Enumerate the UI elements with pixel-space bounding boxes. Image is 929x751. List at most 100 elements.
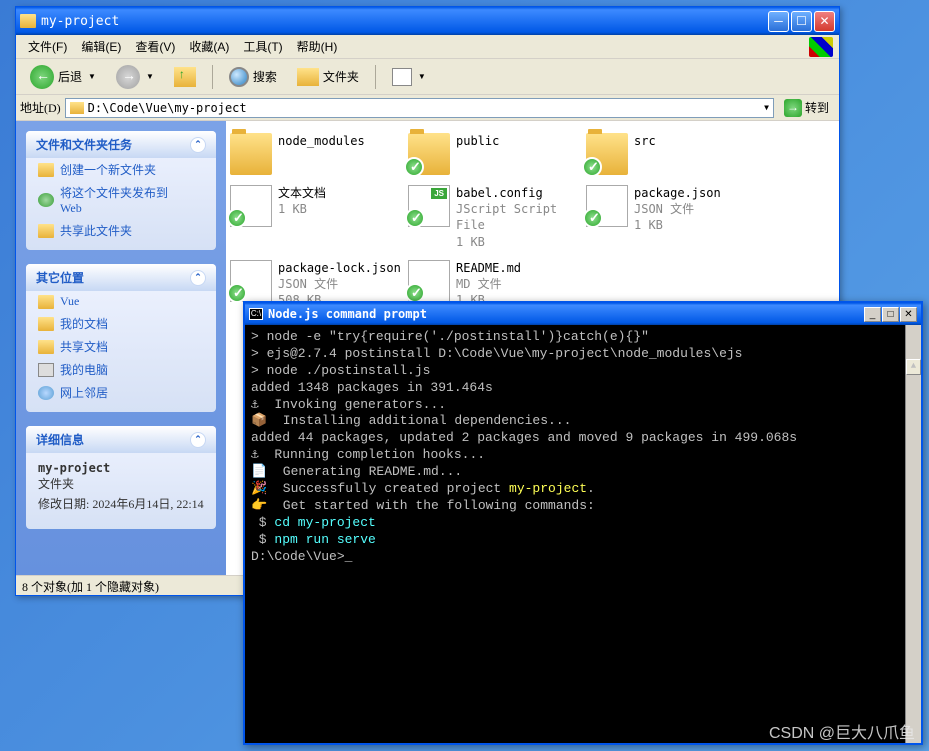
- detail-modified: 修改日期: 2024年6月14日, 22:14: [38, 496, 204, 513]
- panel-title: 详细信息: [36, 431, 84, 448]
- folder-icon: [38, 317, 54, 331]
- task-publish[interactable]: 将这个文件夹发布到 Web: [26, 181, 216, 219]
- folder-icon: [20, 14, 36, 28]
- address-bar: 地址(D) D:\Code\Vue\my-project ▼ → 转到: [16, 95, 839, 121]
- folders-icon: [297, 68, 319, 86]
- file-item[interactable]: public: [408, 133, 586, 175]
- tasks-panel: 文件和文件夹任务 ⌃ 创建一个新文件夹 将这个文件夹发布到 Web 共享此文件夹: [26, 131, 216, 250]
- folder-icon: [408, 133, 450, 175]
- file-item[interactable]: JSbabel.configJScript Script File1 KB: [408, 185, 586, 250]
- file-name: 文本文档: [278, 185, 326, 201]
- checkmark-icon: [227, 208, 247, 228]
- close-button[interactable]: ✕: [814, 11, 835, 32]
- file-icon: [586, 185, 628, 227]
- console-titlebar[interactable]: C:\ Node.js command prompt _ □ ✕: [245, 303, 921, 325]
- checkmark-icon: [227, 283, 247, 303]
- window-title: my-project: [41, 14, 768, 29]
- file-item[interactable]: node_modules: [230, 133, 408, 175]
- computer-icon: [38, 363, 54, 377]
- search-button[interactable]: 搜索: [221, 64, 285, 90]
- go-icon: →: [784, 99, 802, 117]
- titlebar[interactable]: my-project ─ ☐ ✕: [16, 7, 839, 35]
- checkmark-icon: [404, 157, 424, 177]
- detail-panel: 详细信息⌃ my-project 文件夹 修改日期: 2024年6月14日, 2…: [26, 426, 216, 529]
- checkmark-icon: [582, 157, 602, 177]
- folder-icon: [230, 133, 272, 175]
- console-icon: C:\: [249, 308, 263, 320]
- dropdown-icon[interactable]: ▼: [764, 103, 769, 112]
- up-button[interactable]: [166, 64, 204, 90]
- console-line: $ npm run serve: [251, 532, 915, 549]
- address-path: D:\Code\Vue\my-project: [88, 101, 247, 115]
- minimize-button[interactable]: ─: [768, 11, 789, 32]
- other-panel: 其它位置 ⌃ Vue 我的文档 共享文档 我的电脑 网上邻居: [26, 264, 216, 412]
- file-name: README.md: [456, 260, 521, 276]
- folder-icon: [70, 102, 84, 114]
- task-new-folder[interactable]: 创建一个新文件夹: [26, 158, 216, 181]
- menubar: 文件(F) 编辑(E) 查看(V) 收藏(A) 工具(T) 帮助(H): [16, 35, 839, 59]
- file-size: 1 KB: [278, 201, 326, 217]
- views-icon: [392, 68, 412, 86]
- panel-title: 文件和文件夹任务: [36, 136, 132, 153]
- network-icon: [38, 386, 54, 400]
- views-button[interactable]: ▼: [384, 65, 434, 89]
- search-icon: [229, 67, 249, 87]
- address-input[interactable]: D:\Code\Vue\my-project ▼: [65, 98, 774, 118]
- checkmark-icon: [405, 283, 425, 303]
- go-button[interactable]: → 转到: [778, 99, 835, 117]
- loc-network[interactable]: 网上邻居: [26, 381, 216, 404]
- maximize-button[interactable]: □: [882, 307, 899, 322]
- console-line: ⚓ Invoking generators...: [251, 397, 915, 414]
- file-size: 1 KB: [634, 217, 721, 233]
- file-item[interactable]: 文本文档1 KB: [230, 185, 408, 250]
- checkmark-icon: [583, 208, 603, 228]
- loc-mydocs[interactable]: 我的文档: [26, 312, 216, 335]
- scrollbar[interactable]: ▲: [905, 325, 921, 743]
- file-type: JSON 文件: [278, 276, 401, 292]
- file-icon: JS: [408, 185, 450, 227]
- panel-header[interactable]: 其它位置 ⌃: [26, 264, 216, 291]
- console-line: ⚓ Running completion hooks...: [251, 447, 915, 464]
- watermark: CSDN @巨大八爪鱼: [769, 719, 915, 743]
- file-name: node_modules: [278, 133, 365, 149]
- file-item[interactable]: src: [586, 133, 764, 175]
- search-label: 搜索: [253, 68, 277, 85]
- close-button[interactable]: ✕: [900, 307, 917, 322]
- console-line: > node ./postinstall.js: [251, 363, 915, 380]
- back-button[interactable]: 后退▼: [22, 62, 104, 92]
- chevron-up-icon[interactable]: ⌃: [190, 137, 206, 153]
- task-share[interactable]: 共享此文件夹: [26, 219, 216, 242]
- maximize-button[interactable]: ☐: [791, 11, 812, 32]
- file-icon: [408, 260, 450, 302]
- menu-tools[interactable]: 工具(T): [237, 36, 288, 57]
- file-type: MD 文件: [456, 276, 521, 292]
- forward-button[interactable]: ▼: [108, 62, 162, 92]
- windows-flag-icon: [809, 37, 833, 57]
- file-size: 1 KB: [456, 234, 586, 250]
- console-title: Node.js command prompt: [268, 307, 864, 321]
- menu-help[interactable]: 帮助(H): [291, 36, 344, 57]
- console-line: $ cd my-project: [251, 515, 915, 532]
- menu-fav[interactable]: 收藏(A): [183, 36, 235, 57]
- chevron-up-icon[interactable]: ⌃: [190, 270, 206, 286]
- panel-title: 其它位置: [36, 269, 84, 286]
- menu-view[interactable]: 查看(V): [129, 36, 181, 57]
- console-body[interactable]: > node -e "try{require('./postinstall')}…: [245, 325, 921, 743]
- panel-header[interactable]: 文件和文件夹任务 ⌃: [26, 131, 216, 158]
- detail-type: 文件夹: [38, 475, 204, 492]
- loc-computer[interactable]: 我的电脑: [26, 358, 216, 381]
- folders-button[interactable]: 文件夹: [289, 65, 367, 89]
- scroll-up-button[interactable]: ▲: [906, 359, 921, 375]
- file-item[interactable]: package.jsonJSON 文件1 KB: [586, 185, 764, 250]
- chevron-up-icon[interactable]: ⌃: [190, 432, 206, 448]
- file-name: public: [456, 133, 499, 149]
- loc-shared[interactable]: 共享文档: [26, 335, 216, 358]
- menu-file[interactable]: 文件(F): [22, 36, 73, 57]
- console-line: added 44 packages, updated 2 packages an…: [251, 430, 915, 447]
- menu-edit[interactable]: 编辑(E): [75, 36, 127, 57]
- folder-icon: [38, 295, 54, 309]
- panel-header[interactable]: 详细信息 ⌃: [26, 426, 216, 453]
- console-line: 📦 Installing additional dependencies...: [251, 413, 915, 430]
- loc-vue[interactable]: Vue: [26, 291, 216, 312]
- minimize-button[interactable]: _: [864, 307, 881, 322]
